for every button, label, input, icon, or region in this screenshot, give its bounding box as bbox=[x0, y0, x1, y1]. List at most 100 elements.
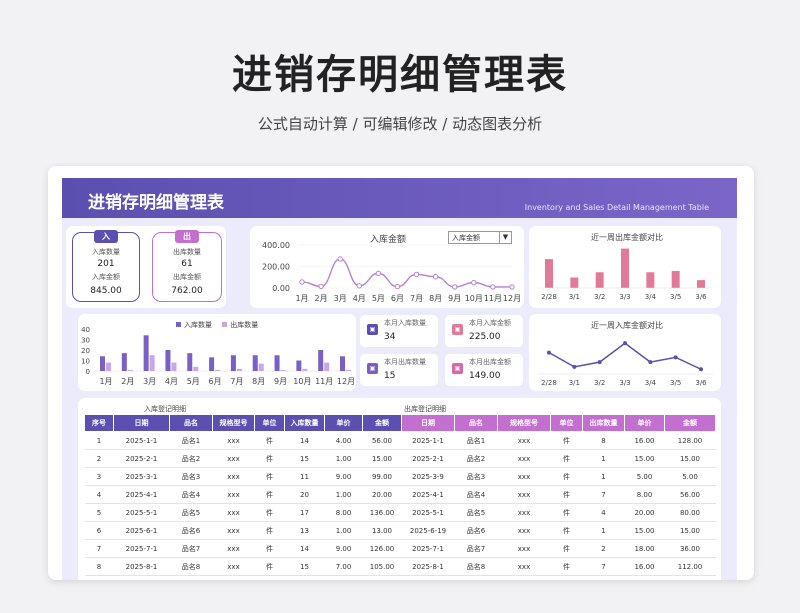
table-row[interactable]: 2025-5-1 品名5 xxx 件 4 20.00 80.00 bbox=[401, 503, 716, 522]
in-table-cell[interactable]: 1.00 bbox=[324, 521, 363, 540]
out-table-cell[interactable]: 8.00 bbox=[624, 485, 665, 504]
out-table-cell[interactable]: 件 bbox=[550, 503, 583, 522]
out-table-cell[interactable]: 80.00 bbox=[664, 503, 716, 522]
in-table-cell[interactable]: 15 bbox=[284, 449, 325, 468]
table-row[interactable]: 6 2025-6-1 品名6 xxx 件 13 1.00 13.00 bbox=[84, 521, 402, 540]
in-table-cell[interactable]: 15 bbox=[284, 557, 325, 576]
out-table-cell[interactable]: 2025-2-1 bbox=[401, 449, 455, 468]
out-table-cell[interactable]: 16.00 bbox=[624, 557, 665, 576]
out-table-cell[interactable]: 15.00 bbox=[624, 449, 665, 468]
out-table-cell[interactable]: 品名6 bbox=[454, 521, 498, 540]
in-table-cell[interactable]: 件 bbox=[254, 521, 285, 540]
out-table-cell[interactable]: 件 bbox=[550, 467, 583, 486]
table-row[interactable]: 2 2025-2-1 品名2 xxx 件 15 1.00 15.00 bbox=[84, 449, 402, 468]
out-table-cell[interactable]: xxx bbox=[497, 431, 551, 450]
in-table-cell[interactable]: 3 bbox=[84, 467, 114, 486]
in-table-cell[interactable]: 1 bbox=[84, 431, 114, 450]
in-table-cell[interactable]: 126.00 bbox=[362, 539, 402, 558]
in-table-cell[interactable]: 11 bbox=[284, 467, 325, 486]
in-table-cell[interactable]: 136.00 bbox=[362, 503, 402, 522]
in-table-cell[interactable]: 1.00 bbox=[324, 449, 363, 468]
in-table-cell[interactable]: 件 bbox=[254, 485, 285, 504]
out-table-cell[interactable]: 品名2 bbox=[454, 449, 498, 468]
in-table-cell[interactable]: xxx bbox=[212, 467, 255, 486]
out-table-cell[interactable]: 16.00 bbox=[624, 431, 665, 450]
in-table-cell[interactable]: xxx bbox=[212, 485, 255, 504]
out-table-cell[interactable]: 15.00 bbox=[624, 521, 665, 540]
out-table-cell[interactable]: 20.00 bbox=[624, 503, 665, 522]
in-table-cell[interactable]: xxx bbox=[212, 449, 255, 468]
table-row[interactable]: 2025-8-1 品名8 xxx 件 7 16.00 112.00 bbox=[401, 557, 716, 576]
out-table-cell[interactable]: 品名5 bbox=[454, 503, 498, 522]
in-table-cell[interactable]: xxx bbox=[212, 503, 255, 522]
in-table-cell[interactable]: 品名6 bbox=[169, 521, 213, 540]
out-table-cell[interactable]: 2025-5-1 bbox=[401, 503, 455, 522]
in-table-cell[interactable]: 20 bbox=[284, 485, 325, 504]
out-table-cell[interactable]: xxx bbox=[497, 539, 551, 558]
out-table-cell[interactable]: 7 bbox=[582, 485, 625, 504]
in-table-cell[interactable]: 9.00 bbox=[324, 467, 363, 486]
out-table-cell[interactable]: 品名1 bbox=[454, 431, 498, 450]
out-table-cell[interactable]: xxx bbox=[497, 467, 551, 486]
in-table-cell[interactable]: 6 bbox=[84, 521, 114, 540]
in-table-cell[interactable]: 2025-4-1 bbox=[113, 485, 170, 504]
out-table-cell[interactable]: 2025-7-1 bbox=[401, 539, 455, 558]
in-table-cell[interactable]: 15.00 bbox=[362, 449, 402, 468]
table-row[interactable]: 5 2025-5-1 品名5 xxx 件 17 8.00 136.00 bbox=[84, 503, 402, 522]
in-table-cell[interactable]: 14 bbox=[284, 431, 325, 450]
out-table-cell[interactable]: 8 bbox=[582, 431, 625, 450]
out-table-cell[interactable]: 56.00 bbox=[664, 485, 716, 504]
out-table-cell[interactable]: 件 bbox=[550, 557, 583, 576]
table-row[interactable]: 3 2025-3-1 品名3 xxx 件 11 9.00 99.00 bbox=[84, 467, 402, 486]
in-table-cell[interactable]: 9.00 bbox=[324, 539, 363, 558]
out-table-cell[interactable]: 36.00 bbox=[664, 539, 716, 558]
in-table-cell[interactable]: 4 bbox=[84, 485, 114, 504]
in-table-cell[interactable]: 品名2 bbox=[169, 449, 213, 468]
out-table-cell[interactable]: 5.00 bbox=[624, 467, 665, 486]
out-table-cell[interactable]: 2025-1-1 bbox=[401, 431, 455, 450]
in-table-cell[interactable]: 件 bbox=[254, 539, 285, 558]
out-table-cell[interactable]: 1 bbox=[582, 467, 625, 486]
in-table-cell[interactable]: xxx bbox=[212, 557, 255, 576]
table-row[interactable]: 7 2025-7-1 品名7 xxx 件 14 9.00 126.00 bbox=[84, 539, 402, 558]
in-table-cell[interactable]: 件 bbox=[254, 431, 285, 450]
out-table-cell[interactable]: 2025-3-9 bbox=[401, 467, 455, 486]
out-table-cell[interactable]: 112.00 bbox=[664, 557, 716, 576]
in-table-cell[interactable]: 品名3 bbox=[169, 467, 213, 486]
out-table-cell[interactable]: 件 bbox=[550, 485, 583, 504]
in-table-cell[interactable]: 14 bbox=[284, 539, 325, 558]
in-table-cell[interactable]: 8 bbox=[84, 557, 114, 576]
out-table-cell[interactable]: xxx bbox=[497, 485, 551, 504]
table-row[interactable]: 4 2025-4-1 品名4 xxx 件 20 1.00 20.00 bbox=[84, 485, 402, 504]
in-summary-box[interactable]: 入 入库数量 201 入库金额 845.00 bbox=[72, 230, 140, 302]
in-table-cell[interactable]: 8.00 bbox=[324, 503, 363, 522]
in-table-cell[interactable]: 20.00 bbox=[362, 485, 402, 504]
in-table-cell[interactable]: 2025-5-1 bbox=[113, 503, 170, 522]
in-table-cell[interactable]: 件 bbox=[254, 557, 285, 576]
in-table-cell[interactable]: 5 bbox=[84, 503, 114, 522]
in-table-cell[interactable]: xxx bbox=[212, 539, 255, 558]
in-table-cell[interactable]: 2025-7-1 bbox=[113, 539, 170, 558]
in-table-cell[interactable]: 件 bbox=[254, 449, 285, 468]
out-table-cell[interactable]: 品名3 bbox=[454, 467, 498, 486]
table-row[interactable]: 8 2025-8-1 品名8 xxx 件 15 7.00 105.00 bbox=[84, 557, 402, 576]
in-table-cell[interactable]: 7 bbox=[84, 539, 114, 558]
out-table-cell[interactable]: 件 bbox=[550, 449, 583, 468]
table-row[interactable]: 2025-3-9 品名3 xxx 件 1 5.00 5.00 bbox=[401, 467, 716, 486]
in-table-cell[interactable]: 2025-1-1 bbox=[113, 431, 170, 450]
table-row[interactable]: 2025-7-1 品名7 xxx 件 2 18.00 36.00 bbox=[401, 539, 716, 558]
out-table-cell[interactable]: 1 bbox=[582, 521, 625, 540]
in-table-cell[interactable]: 品名8 bbox=[169, 557, 213, 576]
out-table-cell[interactable]: 128.00 bbox=[664, 431, 716, 450]
in-table-cell[interactable]: 2025-2-1 bbox=[113, 449, 170, 468]
table-row[interactable]: 2025-6-19 品名6 xxx 件 1 15.00 15.00 bbox=[401, 521, 716, 540]
in-table-cell[interactable]: 品名4 bbox=[169, 485, 213, 504]
out-table-cell[interactable]: 件 bbox=[550, 521, 583, 540]
in-table-cell[interactable]: 13.00 bbox=[362, 521, 402, 540]
out-table-cell[interactable]: 4 bbox=[582, 503, 625, 522]
out-table-cell[interactable]: 件 bbox=[550, 431, 583, 450]
table-row[interactable]: 1 2025-1-1 品名1 xxx 件 14 4.00 56.00 bbox=[84, 431, 402, 450]
in-table-cell[interactable]: 2025-6-1 bbox=[113, 521, 170, 540]
out-table-cell[interactable]: 件 bbox=[550, 539, 583, 558]
in-table-cell[interactable]: 17 bbox=[284, 503, 325, 522]
